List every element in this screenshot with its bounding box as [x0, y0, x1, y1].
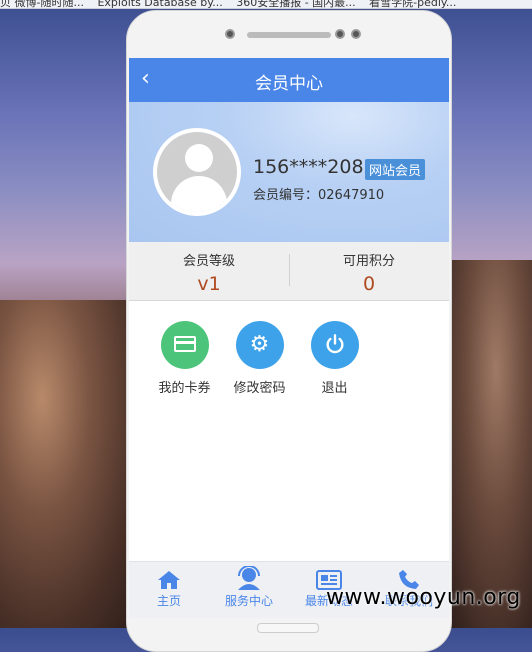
- bookmark-item[interactable]: 360安全播报 - 国内最...: [236, 0, 355, 8]
- card-icon: [173, 336, 196, 352]
- sensor-icon: [335, 29, 345, 39]
- nav-label: 主页: [156, 594, 181, 608]
- phone-speaker-area: [127, 11, 451, 59]
- gear-icon: ⚙: [249, 332, 270, 357]
- action-grid: 我的卡券 ⚙ 修改密码 退出: [129, 301, 449, 396]
- bookmark-item[interactable]: Exploits Database by...: [97, 0, 222, 8]
- page-title: 会员中心: [255, 74, 323, 94]
- coupon-circle: [160, 321, 209, 369]
- stat-label: 会员等级: [182, 254, 235, 269]
- avatar-head-icon: [185, 144, 213, 172]
- app-screen: ‹ 会员中心 156****2085 网站会员 会员编号：02647910 会员…: [129, 58, 449, 618]
- phone-home-button: [257, 623, 319, 633]
- action-label: 修改密码: [233, 381, 286, 396]
- nav-service-center[interactable]: 服务中心: [209, 562, 289, 618]
- nav-label: 服务中心: [224, 594, 273, 608]
- member-badge: 网站会员: [365, 159, 426, 180]
- user-phone: 156****2085: [253, 156, 376, 178]
- stat-value: 0: [362, 273, 376, 295]
- change-password-button[interactable]: ⚙ 修改密码: [222, 321, 297, 396]
- logout-button[interactable]: 退出: [297, 321, 372, 396]
- stat-points[interactable]: 可用积分 0: [289, 242, 449, 300]
- stat-member-level[interactable]: 会员等级 v1: [129, 242, 289, 300]
- bookmark-item[interactable]: 贝 微博-随时随...: [0, 0, 84, 8]
- watermark-text: www.wooyun.org: [326, 585, 521, 610]
- profile-card: 156****2085 网站会员 会员编号：02647910: [129, 102, 449, 242]
- bookmark-item[interactable]: 看雪学院-pediy...: [369, 0, 456, 8]
- speaker-grille: [247, 32, 331, 38]
- avatar-body-icon: [171, 176, 227, 212]
- logout-circle: [310, 321, 359, 369]
- home-icon: [158, 571, 180, 589]
- service-icon: [238, 566, 260, 590]
- my-coupons-button[interactable]: 我的卡券: [147, 321, 222, 396]
- top-bar: ‹ 会员中心: [129, 58, 449, 102]
- nav-home[interactable]: 主页: [129, 562, 209, 618]
- member-id: 会员编号：02647910: [253, 188, 385, 203]
- camera-icon: [225, 29, 235, 39]
- stat-value: v1: [197, 273, 221, 295]
- action-label: 退出: [321, 381, 348, 396]
- stat-label: 可用积分: [342, 254, 395, 269]
- password-circle: ⚙: [235, 321, 284, 369]
- sensor-icon: [351, 29, 361, 39]
- action-label: 我的卡券: [158, 381, 211, 396]
- stats-bar: 会员等级 v1 可用积分 0: [129, 242, 449, 301]
- power-icon: [325, 334, 344, 354]
- phone-frame: ‹ 会员中心 156****2085 网站会员 会员编号：02647910 会员…: [126, 10, 452, 652]
- background-rock-right: [442, 260, 532, 628]
- browser-bookmarks-bar: 贝 微博-随时随... Exploits Database by... 360安…: [0, 0, 532, 9]
- background-rock-left: [0, 300, 140, 628]
- avatar[interactable]: [153, 128, 241, 216]
